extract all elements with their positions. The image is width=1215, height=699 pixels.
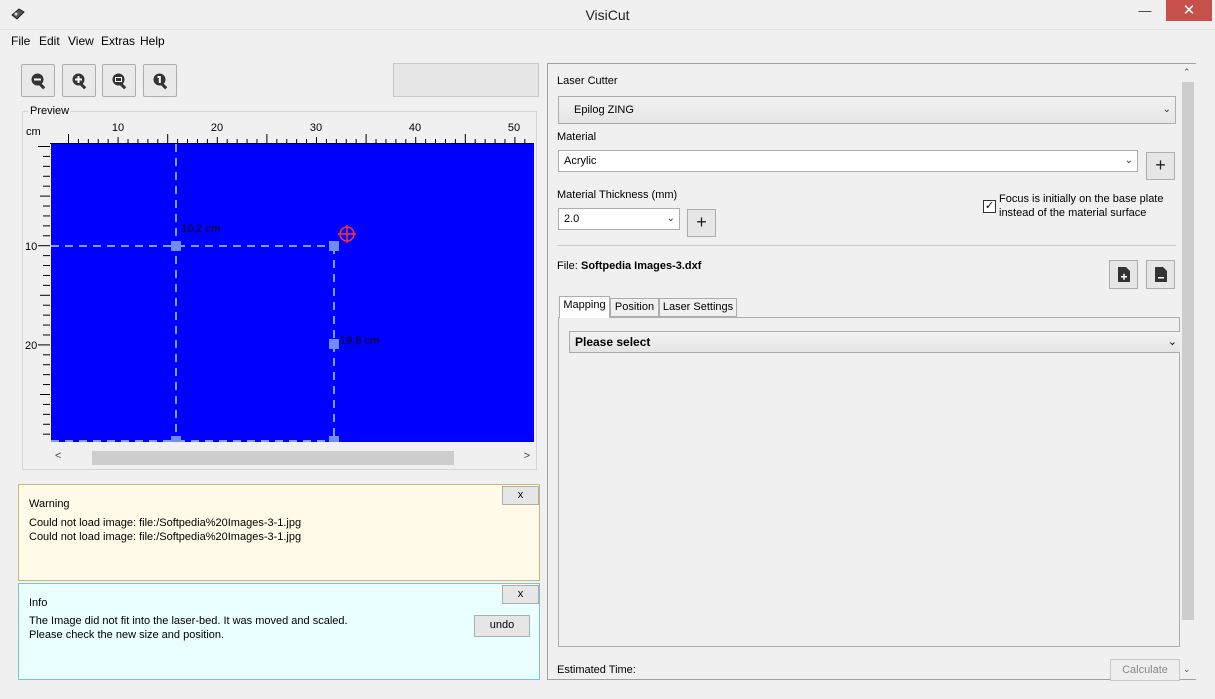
remove-file-icon	[1155, 267, 1167, 282]
vertical-ruler: 10 20	[25, 146, 50, 435]
warning-line: Could not load image: file:/Softpedia%20…	[29, 517, 302, 529]
preview-horizontal-scrollbar[interactable]: < >	[51, 447, 534, 467]
menu-edit[interactable]: Edit	[39, 34, 60, 48]
material-thickness-label: Material Thickness (mm)	[557, 189, 678, 201]
menu-extras[interactable]: Extras	[101, 34, 135, 48]
hruler-label-30: 30	[310, 122, 322, 134]
info-line: The Image did not fit into the laser-bed…	[29, 615, 348, 627]
estimated-time-label: Estimated Time:	[557, 664, 636, 676]
chevron-down-icon: ⌄	[1162, 104, 1171, 115]
tab-laser-settings[interactable]: Laser Settings	[659, 298, 737, 317]
focus-label-line1: Focus is initially on the base plate	[999, 193, 1164, 205]
height-dimension-label: 19,8 cm	[340, 335, 379, 347]
vruler-label-20: 20	[25, 340, 37, 352]
chevron-down-icon: ⌄	[666, 213, 675, 224]
rotate-crosshair-icon[interactable]	[338, 225, 356, 243]
zoom-in-icon	[72, 73, 87, 90]
menu-file[interactable]: File	[11, 34, 30, 48]
chevron-down-icon: ⌄	[1167, 336, 1177, 348]
scroll-down-icon[interactable]: ⌄	[1183, 664, 1191, 675]
info-close-button[interactable]: x	[502, 585, 539, 604]
add-file-icon	[1118, 267, 1130, 282]
zoom-original-button[interactable]	[143, 64, 177, 97]
resize-handle-bottom[interactable]	[171, 436, 181, 442]
mapping-tab-pane	[558, 317, 1180, 647]
info-panel: Info x The Image did not fit into the la…	[18, 583, 540, 680]
warning-title: Warning	[29, 498, 70, 510]
menu-bar: File Edit View Extras Help	[0, 30, 1215, 52]
menu-help[interactable]: Help	[140, 34, 165, 48]
add-file-button[interactable]	[1109, 260, 1138, 289]
laser-cutter-label: Laser Cutter	[557, 75, 618, 87]
material-label: Material	[557, 131, 597, 143]
laser-cutter-select[interactable]: Epilog ZING ⌄	[558, 96, 1176, 124]
width-dimension-label: 10,2 cm	[181, 223, 220, 235]
hruler-label-40: 40	[409, 122, 421, 134]
scroll-up-icon[interactable]: ⌃	[1183, 67, 1191, 78]
add-thickness-button[interactable]: +	[687, 209, 716, 237]
scroll-right-icon[interactable]: >	[524, 450, 530, 462]
hruler-label-10: 10	[112, 122, 124, 134]
settings-vertical-scrollbar[interactable]: ⌃ ⌄	[1180, 64, 1196, 679]
horizontal-ruler: 10 20 30 40 50	[50, 122, 534, 144]
remove-file-button[interactable]	[1146, 260, 1175, 289]
minimize-icon[interactable]: —	[1132, 0, 1158, 24]
info-title: Info	[29, 597, 48, 609]
vruler-label-10: 10	[25, 241, 37, 253]
window-title: VisiCut	[585, 7, 630, 23]
resize-handle-right[interactable]	[329, 339, 339, 349]
add-material-button[interactable]: +	[1146, 152, 1175, 180]
material-value: Acrylic	[564, 155, 597, 167]
material-thickness-value: 2.0	[564, 213, 580, 225]
zoom-out-button[interactable]	[21, 64, 55, 97]
close-window-icon[interactable]: ✕	[1166, 0, 1212, 21]
scrollbar-thumb[interactable]	[1182, 82, 1194, 620]
hruler-label-20: 20	[211, 122, 223, 134]
mapping-select[interactable]: Please select ⌄	[569, 331, 1182, 353]
resize-handle-bottom-right[interactable]	[329, 436, 339, 442]
calculate-button[interactable]: Calculate	[1110, 659, 1180, 681]
tab-position[interactable]: Position	[610, 298, 659, 317]
resize-handle-top[interactable]	[171, 241, 181, 251]
mapping-select-value: Please select	[575, 335, 651, 349]
warning-line: Could not load image: file:/Softpedia%20…	[29, 531, 302, 543]
undo-button[interactable]: undo	[474, 615, 530, 637]
file-name: Softpedia Images-3.dxf	[581, 260, 702, 272]
scroll-left-icon[interactable]: <	[55, 450, 61, 462]
material-thickness-select[interactable]: 2.0 ⌄	[558, 208, 680, 230]
zoom-fit-button[interactable]	[102, 64, 136, 97]
progress-area	[393, 63, 539, 97]
preview-label: Preview	[28, 105, 72, 117]
scrollbar-thumb[interactable]	[92, 451, 454, 465]
title-bar: VisiCut — ✕	[0, 0, 1215, 30]
section-divider	[557, 245, 1176, 246]
zoom-out-icon	[31, 73, 46, 90]
ruler-unit: cm	[26, 126, 41, 138]
zoom-in-button[interactable]	[62, 64, 96, 97]
chevron-down-icon: ⌄	[1124, 155, 1133, 166]
file-prefix-label: File:	[557, 260, 578, 272]
menu-view[interactable]: View	[68, 34, 94, 48]
focus-checkbox[interactable]: ✓	[983, 200, 996, 213]
resize-handle-top-right[interactable]	[329, 241, 339, 251]
focus-label-line2: instead of the material surface	[999, 207, 1147, 219]
warning-close-button[interactable]: x	[502, 486, 539, 505]
zoom-original-icon	[153, 73, 168, 90]
warning-panel: Warning x Could not load image: file:/So…	[18, 484, 540, 581]
info-line: Please check the new size and position.	[29, 629, 225, 641]
hruler-label-50: 50	[508, 122, 520, 134]
zoom-fit-icon	[112, 73, 127, 90]
laser-bed-canvas[interactable]: 10,2 cm 19,8 cm	[51, 144, 534, 442]
material-select[interactable]: Acrylic ⌄	[558, 150, 1138, 172]
laser-cutter-value: Epilog ZING	[574, 104, 634, 116]
tab-mapping[interactable]: Mapping	[559, 296, 610, 318]
